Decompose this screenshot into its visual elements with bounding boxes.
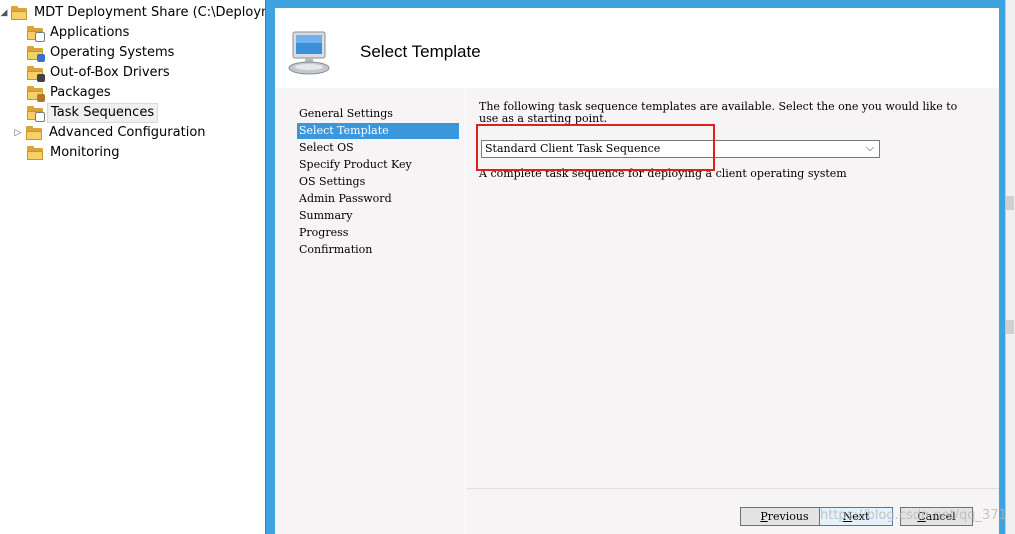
tree-item-label: Operating Systems [50,45,175,60]
dialog-title-strip [265,0,1005,8]
step-summary[interactable]: Summary [297,208,459,224]
folder-packages-icon [26,85,45,102]
collapse-arrow-icon[interactable]: ◢ [0,8,8,18]
tree-item-task-sequences[interactable]: Task Sequences [26,103,159,123]
tree-item-label: Monitoring [50,145,120,160]
wizard-steps: General Settings Select Template Select … [275,88,465,534]
chevron-down-icon[interactable]: ⌵ [863,141,877,157]
tree-item-label: Packages [50,85,111,100]
folder-monitoring-icon [26,145,44,161]
tree-item-monitoring[interactable]: Monitoring [26,143,123,163]
tree-item-advanced-configuration[interactable]: ▷ Advanced Configuration [13,123,209,143]
tree-item-label: Task Sequences [47,103,159,123]
expand-arrow-icon[interactable]: ▷ [13,128,23,138]
tree-item-applications[interactable]: Applications [26,23,132,43]
annotation-highlight-box [476,124,715,171]
navigation-tree: ◢ MDT Deployment Share (C:\DeploymentS A… [0,0,265,534]
scrollbar-segment[interactable] [1006,196,1014,210]
tree-root-label: MDT Deployment Share (C:\DeploymentS [34,5,265,20]
step-select-template[interactable]: Select Template [297,123,459,139]
outer-scrollbar[interactable] [1005,0,1015,534]
tree-item-label: Applications [50,25,130,40]
deployment-share-icon [10,5,28,21]
watermark-text: https://blog.csdn.net/qq_371 [820,508,1007,523]
dialog-frame-left [265,0,275,534]
folder-applications-icon [26,25,45,42]
tree-item-label: Out-of-Box Drivers [50,65,170,80]
tree-root[interactable]: ◢ MDT Deployment Share (C:\DeploymentS [0,3,265,23]
template-instructions: The following task sequence templates ar… [479,100,958,125]
tree-item-label: Advanced Configuration [49,125,206,140]
footer-divider [466,488,999,489]
tree-item-operating-systems[interactable]: Operating Systems [26,43,177,63]
step-product-key[interactable]: Specify Product Key [297,157,459,173]
folder-os-icon [26,45,45,62]
template-panel: The following task sequence templates ar… [466,88,999,488]
step-admin-password[interactable]: Admin Password [297,191,459,207]
folder-tasksequences-icon [26,105,45,122]
folder-drivers-icon [26,65,45,82]
step-os-settings[interactable]: OS Settings [297,174,459,190]
step-general-settings[interactable]: General Settings [297,106,459,122]
tree-item-packages[interactable]: Packages [26,83,114,103]
wizard-header: Select Template [275,8,999,89]
step-confirmation[interactable]: Confirmation [297,242,459,258]
scrollbar-segment[interactable] [1006,320,1014,334]
computer-icon [288,31,330,75]
page-title: Select Template [360,42,481,61]
previous-button[interactable]: Previous [740,507,829,526]
tree-item-drivers[interactable]: Out-of-Box Drivers [26,63,173,83]
step-select-os[interactable]: Select OS [297,140,459,156]
step-progress[interactable]: Progress [297,225,459,241]
folder-advanced-icon [25,125,43,141]
new-task-sequence-wizard: Select Template General Settings Select … [275,8,999,534]
